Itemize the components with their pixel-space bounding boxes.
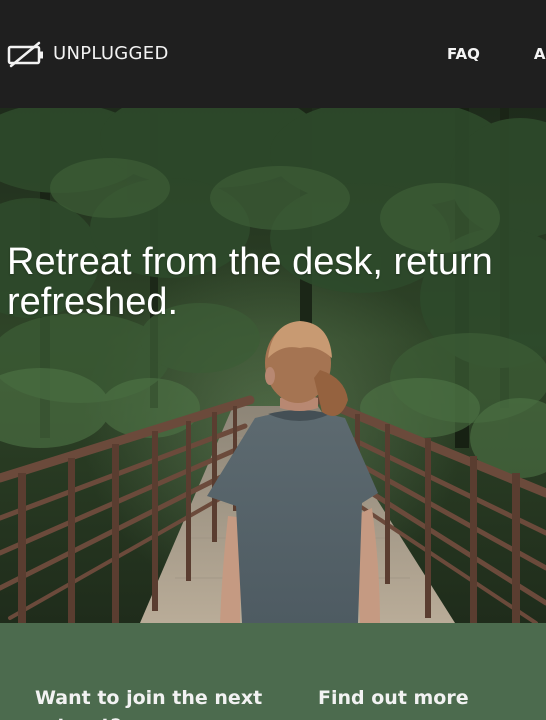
cta-band: Want to join the next retreat? Find out … — [0, 623, 546, 720]
nav-link-faq[interactable]: FAQ — [447, 43, 480, 65]
join-retreat-heading: Want to join the next retreat? — [35, 687, 263, 720]
main-nav: FAQ A — [447, 43, 546, 65]
hero-headline: Retreat from the desk, return refreshed. — [7, 241, 493, 323]
hero-section: Retreat from the desk, return refreshed. — [0, 108, 546, 623]
brand-logo[interactable]: UNPLUGGED — [7, 40, 169, 68]
nav-link-a[interactable]: A — [534, 43, 546, 65]
unplugged-battery-icon — [7, 40, 45, 68]
site-header: UNPLUGGED FAQ A — [0, 0, 546, 108]
hero-image — [0, 108, 546, 623]
brand-name: UNPLUGGED — [53, 43, 169, 64]
find-out-more-heading: Find out more — [318, 687, 469, 709]
